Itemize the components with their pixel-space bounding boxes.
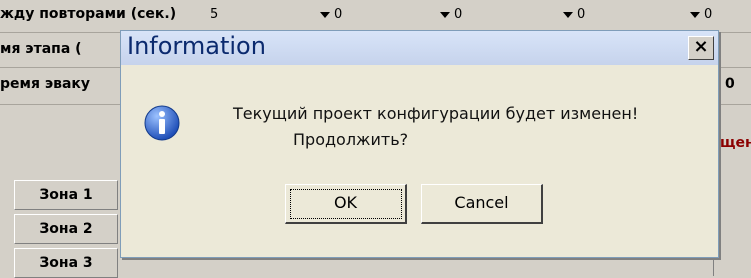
dialog-message-line1: Текущий проект конфигурации будет измене… [233,104,639,123]
close-button[interactable]: × [688,36,714,60]
value-cell: 0 [725,76,735,92]
information-dialog: Information × Текущий проект конфигураци… [120,30,719,258]
combo-box[interactable]: 5 [210,7,280,27]
ok-button[interactable]: OK [285,184,407,224]
row-label: ремя эваку [0,76,91,92]
chevron-down-icon [563,11,573,18]
combo-box[interactable]: 0 [563,7,633,27]
row-label: мя этапа ( [0,41,82,57]
zone-label: Зона 2 [14,214,118,244]
combo-box[interactable]: 0 [440,7,510,27]
header-partial-text: щен [720,135,751,151]
close-icon: × [693,36,709,57]
chevron-down-icon [690,11,700,18]
info-icon [144,105,180,141]
zone-label: Зона 3 [14,248,118,278]
cancel-button[interactable]: Cancel [421,184,543,224]
combo-box[interactable]: 0 [320,7,390,27]
zone-label: Зона 1 [14,180,118,210]
dialog-titlebar[interactable]: Information × [121,31,718,65]
chevron-down-icon [440,11,450,18]
dialog-title: Information [127,32,266,60]
config-row-repeat-interval: жду повторами (сек.) 5 0 0 0 0 [0,0,751,33]
chevron-down-icon [320,11,330,18]
combo-box[interactable]: 0 [690,7,751,27]
dialog-message-line2: Продолжить? [293,130,409,149]
